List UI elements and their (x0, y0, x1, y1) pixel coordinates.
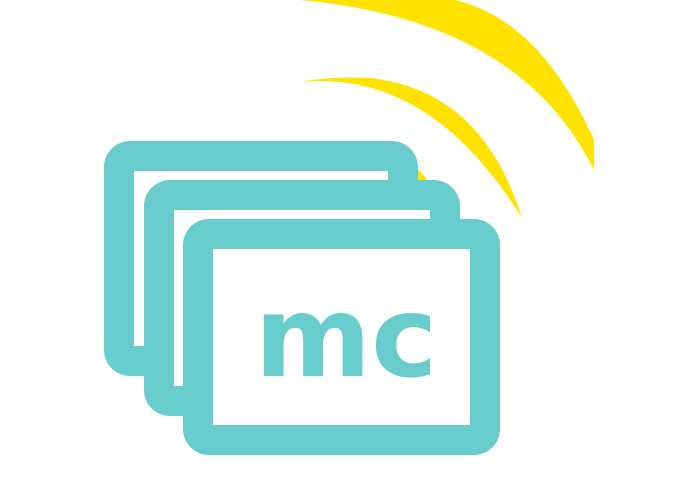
stacked-cards-with-signal-icon: mc (104, 0, 594, 455)
logo-text: mc (254, 273, 437, 403)
logo: mc (0, 0, 695, 494)
card-front: mc (183, 219, 500, 455)
